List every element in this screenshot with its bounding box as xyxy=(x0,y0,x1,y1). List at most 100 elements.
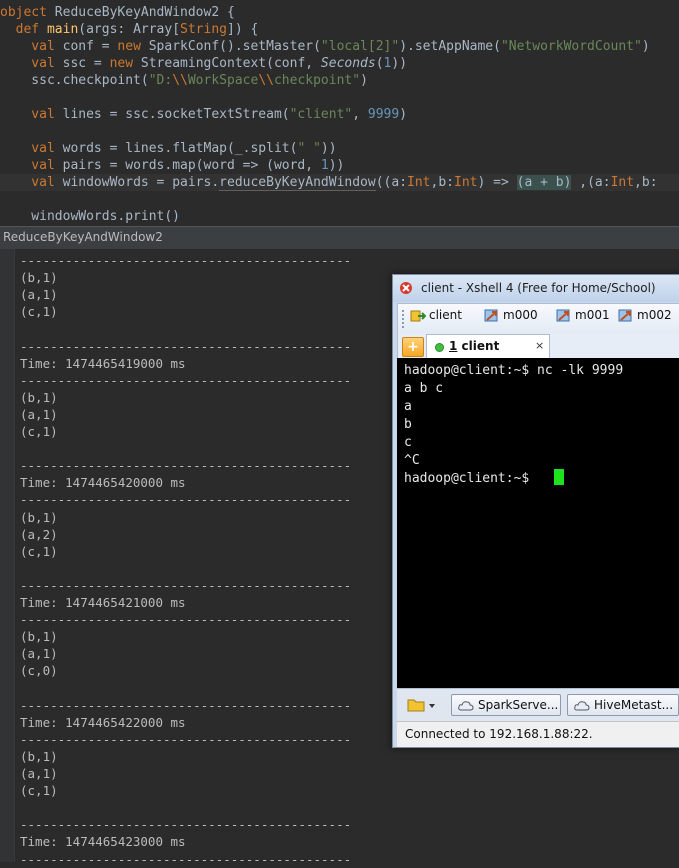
code-token: \\ xyxy=(258,73,274,88)
code-token: new xyxy=(117,39,149,54)
session-label: m002 xyxy=(637,308,672,322)
quick-button-sparkserve[interactable]: SparkServe... xyxy=(451,694,561,716)
console-line: (b,1) xyxy=(20,748,58,764)
console-line: Time: 1474465420000 ms xyxy=(20,475,186,491)
console-line: (b,1) xyxy=(20,270,58,286)
session-button-m000[interactable]: m000 xyxy=(484,308,538,330)
tab-name: client xyxy=(461,339,500,353)
console-line: (a,1) xyxy=(20,406,58,422)
console-line: (c,1) xyxy=(20,783,58,799)
console-line: ----------------------------------------… xyxy=(20,372,352,388)
terminal-line: hadoop@client:~$ xyxy=(404,471,538,486)
code-token: ssc.checkpoint( xyxy=(0,73,149,88)
code-token: main xyxy=(46,22,79,37)
code-token: pairs = words.map(word => (word, xyxy=(62,158,321,173)
xshell-status-bar: Connected to 192.168.1.88:22. xyxy=(397,721,679,747)
code-token: val xyxy=(0,107,63,122)
console-line: ----------------------------------------… xyxy=(20,851,352,867)
code-token: )) xyxy=(328,158,345,173)
session-toolbar: client m000 m001 m002 xyxy=(397,303,679,335)
terminal-screen[interactable]: hadoop@client:~$ nc -lk 9999 a b c a b c ^C ha… xyxy=(397,358,679,688)
close-tab-icon[interactable]: × xyxy=(535,339,544,352)
session-link-icon xyxy=(556,309,570,321)
console-line: ----------------------------------------… xyxy=(20,253,352,268)
code-token: ssc = xyxy=(62,56,110,71)
xshell-window[interactable]: client - Xshell 4 (Free for Home/School)… xyxy=(392,274,679,748)
code-token: conf = xyxy=(62,39,118,54)
xshell-title-bar[interactable]: client - Xshell 4 (Free for Home/School) xyxy=(393,275,679,302)
code-token: val xyxy=(0,158,63,173)
tab-client[interactable]: 1 client × xyxy=(426,334,550,359)
code-token: Int xyxy=(407,175,431,190)
console-line: (b,1) xyxy=(20,509,58,525)
code-line: val ssc = new StreamingContext(conf, Sec… xyxy=(0,55,407,72)
code-token: (args: Array[ xyxy=(78,22,181,37)
console-line: (a,1) xyxy=(20,287,58,303)
console-line: ----------------------------------------… xyxy=(20,731,352,747)
console-line: ----------------------------------------… xyxy=(20,338,352,354)
code-token: new xyxy=(109,56,141,71)
code-token: )) xyxy=(320,141,337,156)
console-line: (a,1) xyxy=(20,646,58,662)
code-token: val xyxy=(0,56,63,71)
code-line: windowWords.print() xyxy=(0,208,180,225)
console-gutter xyxy=(0,249,15,862)
session-label: client xyxy=(429,308,462,322)
terminal-line: c xyxy=(404,435,412,450)
tab-label: 1 client xyxy=(449,339,499,353)
code-editor[interactable]: object ReduceByKeyAndWindow2 { def main(… xyxy=(0,0,679,226)
code-token: "NetworkWordCount" xyxy=(500,39,642,54)
code-token: Int xyxy=(454,175,478,190)
code-token: val xyxy=(0,39,63,54)
code-token: "client" xyxy=(289,107,353,122)
tab-number: 1 xyxy=(449,339,458,353)
code-token: 9999 xyxy=(367,107,400,122)
code-token: ,b: xyxy=(430,175,454,190)
cloud-icon xyxy=(458,701,474,711)
code-token: ).setAppName( xyxy=(399,39,501,54)
code-line: val pairs = words.map(word => (word, 1)) xyxy=(0,157,344,174)
code-token: String xyxy=(180,22,227,37)
code-token: lines = ssc.socketTextStream( xyxy=(62,107,290,122)
code-line: val lines = ssc.socketTextStream("client… xyxy=(0,106,407,123)
xshell-logo-icon xyxy=(400,282,412,294)
quick-button-hivemetast[interactable]: HiveMetast... xyxy=(567,694,679,716)
console-line: Time: 1474465422000 ms xyxy=(20,714,186,730)
console-line: ----------------------------------------… xyxy=(20,817,352,833)
session-button-m001[interactable]: m001 xyxy=(556,308,610,330)
code-token: Seconds xyxy=(320,56,376,71)
console-line: ----------------------------------------… xyxy=(20,492,352,508)
xshell-window-title: client - Xshell 4 (Free for Home/School) xyxy=(421,281,656,295)
code-token: "local[2]" xyxy=(320,39,400,54)
code-token: SparkConf().setMaster( xyxy=(148,39,321,54)
code-token: object xyxy=(0,5,55,20)
code-token: )) xyxy=(391,56,408,71)
code-token: windowWords = pairs. xyxy=(62,175,220,190)
code-token: ) xyxy=(360,73,368,88)
code-token: Int xyxy=(610,175,635,190)
console-line: ----------------------------------------… xyxy=(20,612,352,628)
code-token: ,(a: xyxy=(571,175,611,190)
code-token: ) xyxy=(641,39,650,54)
console-line: (a,1) xyxy=(20,766,58,781)
session-button-m002[interactable]: m002 xyxy=(618,308,672,330)
console-line: Time: 1474465423000 ms xyxy=(20,834,186,850)
code-token: ) => xyxy=(477,175,517,190)
code-token: WorkSpace xyxy=(187,73,259,88)
code-token: 1 xyxy=(320,158,329,173)
run-panel-tab[interactable]: ReduceByKeyAndWindow2 xyxy=(0,226,679,250)
code-token: StreamingContext(conf, xyxy=(140,56,321,71)
console-line: (c,1) xyxy=(20,424,58,439)
xshell-quick-bar: SparkServe... HiveMetast... xyxy=(397,688,679,721)
connection-status: Connected to 192.168.1.88:22. xyxy=(405,727,593,741)
terminal-line: a b c xyxy=(404,381,444,396)
code-token: (a + b) xyxy=(516,175,572,190)
code-line: val windowWords = pairs.reduceByKeyAndWi… xyxy=(0,174,658,191)
session-button-client[interactable]: client xyxy=(410,308,462,330)
terminal-line: ^C xyxy=(404,453,420,468)
new-tab-button[interactable]: + xyxy=(402,337,424,357)
console-line: (c,1) xyxy=(20,543,58,559)
cloud-icon xyxy=(574,701,590,711)
folder-menu-icon[interactable] xyxy=(407,696,437,714)
code-token: , xyxy=(352,107,368,122)
